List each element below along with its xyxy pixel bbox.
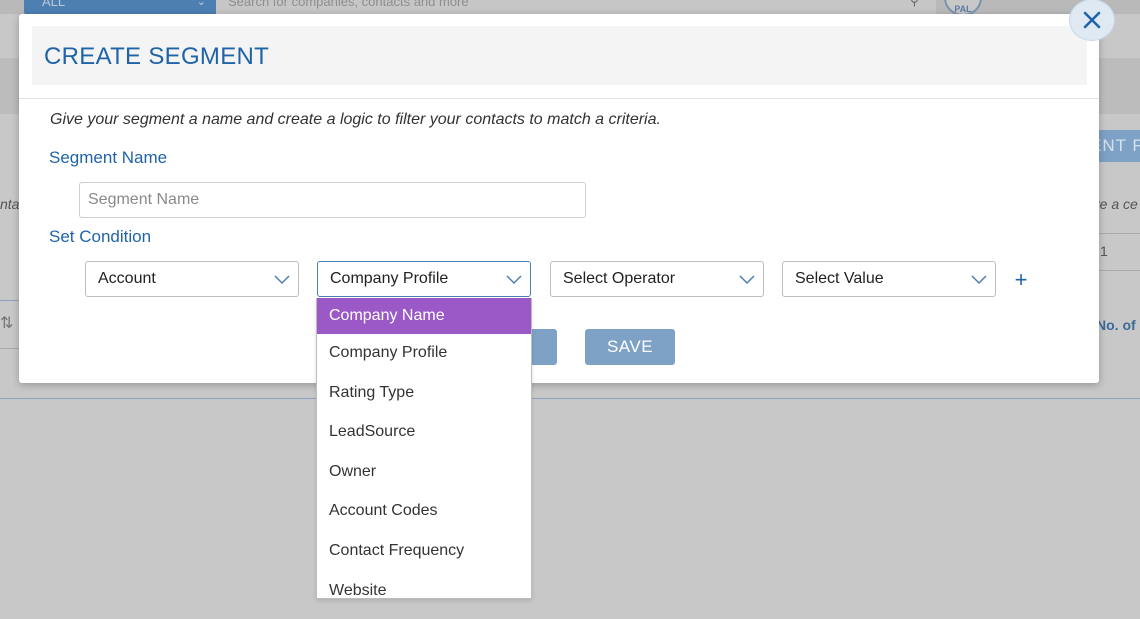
dropdown-item-account-codes[interactable]: Account Codes bbox=[317, 492, 531, 532]
create-segment-modal: CREATE SEGMENT Give your segment a name … bbox=[19, 14, 1099, 383]
background-description-text: re a ce bbox=[1095, 196, 1138, 212]
chevron-down-icon bbox=[971, 275, 987, 285]
dropdown-item-rating-type[interactable]: Rating Type bbox=[317, 374, 531, 414]
dropdown-item-company-name[interactable]: Company Name bbox=[317, 298, 531, 334]
modal-header: CREATE SEGMENT bbox=[32, 26, 1087, 85]
segment-name-label: Segment Name bbox=[49, 148, 168, 167]
condition-entity-select[interactable]: Account bbox=[85, 261, 299, 297]
close-icon bbox=[1083, 11, 1101, 29]
divider bbox=[0, 348, 20, 349]
sort-icon[interactable]: ⇅ bbox=[0, 313, 13, 333]
condition-operator-value: Select Operator bbox=[563, 270, 676, 287]
condition-field-value: Company Profile bbox=[330, 270, 449, 287]
chevron-down-icon: ⌄ bbox=[196, 0, 206, 8]
condition-value-select[interactable]: Select Value bbox=[782, 261, 996, 297]
chevron-down-icon bbox=[506, 275, 522, 285]
background-left-text: nta bbox=[0, 196, 20, 212]
dropdown-item-website[interactable]: Website bbox=[317, 572, 531, 598]
modal-title: CREATE SEGMENT bbox=[44, 43, 270, 70]
condition-field-select[interactable]: Company Profile bbox=[317, 261, 531, 297]
set-condition-label: Set Condition bbox=[49, 227, 152, 246]
add-condition-button[interactable]: + bbox=[1013, 267, 1029, 293]
divider bbox=[19, 98, 1099, 99]
modal-intro-text: Give your segment a name and create a lo… bbox=[50, 111, 661, 128]
scope-select[interactable]: ALL ⌄ bbox=[24, 0, 216, 14]
condition-entity-value: Account bbox=[98, 270, 156, 287]
scope-select-label: ALL bbox=[42, 0, 66, 9]
close-modal-button[interactable] bbox=[1069, 0, 1115, 41]
background-count-text: 1 bbox=[1100, 243, 1108, 259]
avatar-initials: PAL bbox=[954, 4, 972, 14]
global-search-input[interactable]: Search for companies, contacts and more bbox=[216, 0, 936, 14]
column-header-count: No. of bbox=[1096, 317, 1136, 333]
field-dropdown-menu[interactable]: Company Name Company Profile Rating Type… bbox=[316, 298, 532, 599]
chevron-down-icon bbox=[739, 275, 755, 285]
dropdown-item-leadsource[interactable]: LeadSource bbox=[317, 413, 531, 453]
divider bbox=[1099, 270, 1140, 271]
dropdown-item-owner[interactable]: Owner bbox=[317, 453, 531, 493]
divider bbox=[0, 300, 20, 301]
chevron-down-icon bbox=[274, 275, 290, 285]
dropdown-item-contact-frequency[interactable]: Contact Frequency bbox=[317, 532, 531, 572]
condition-value-value: Select Value bbox=[795, 270, 884, 287]
divider bbox=[0, 398, 1140, 399]
divider bbox=[1099, 233, 1140, 234]
save-button[interactable]: SAVE bbox=[585, 329, 675, 365]
search-icon[interactable]: ⚲ bbox=[910, 0, 924, 8]
condition-operator-select[interactable]: Select Operator bbox=[550, 261, 764, 297]
dropdown-item-company-profile[interactable]: Company Profile bbox=[317, 334, 531, 374]
segment-name-input[interactable] bbox=[79, 182, 586, 218]
